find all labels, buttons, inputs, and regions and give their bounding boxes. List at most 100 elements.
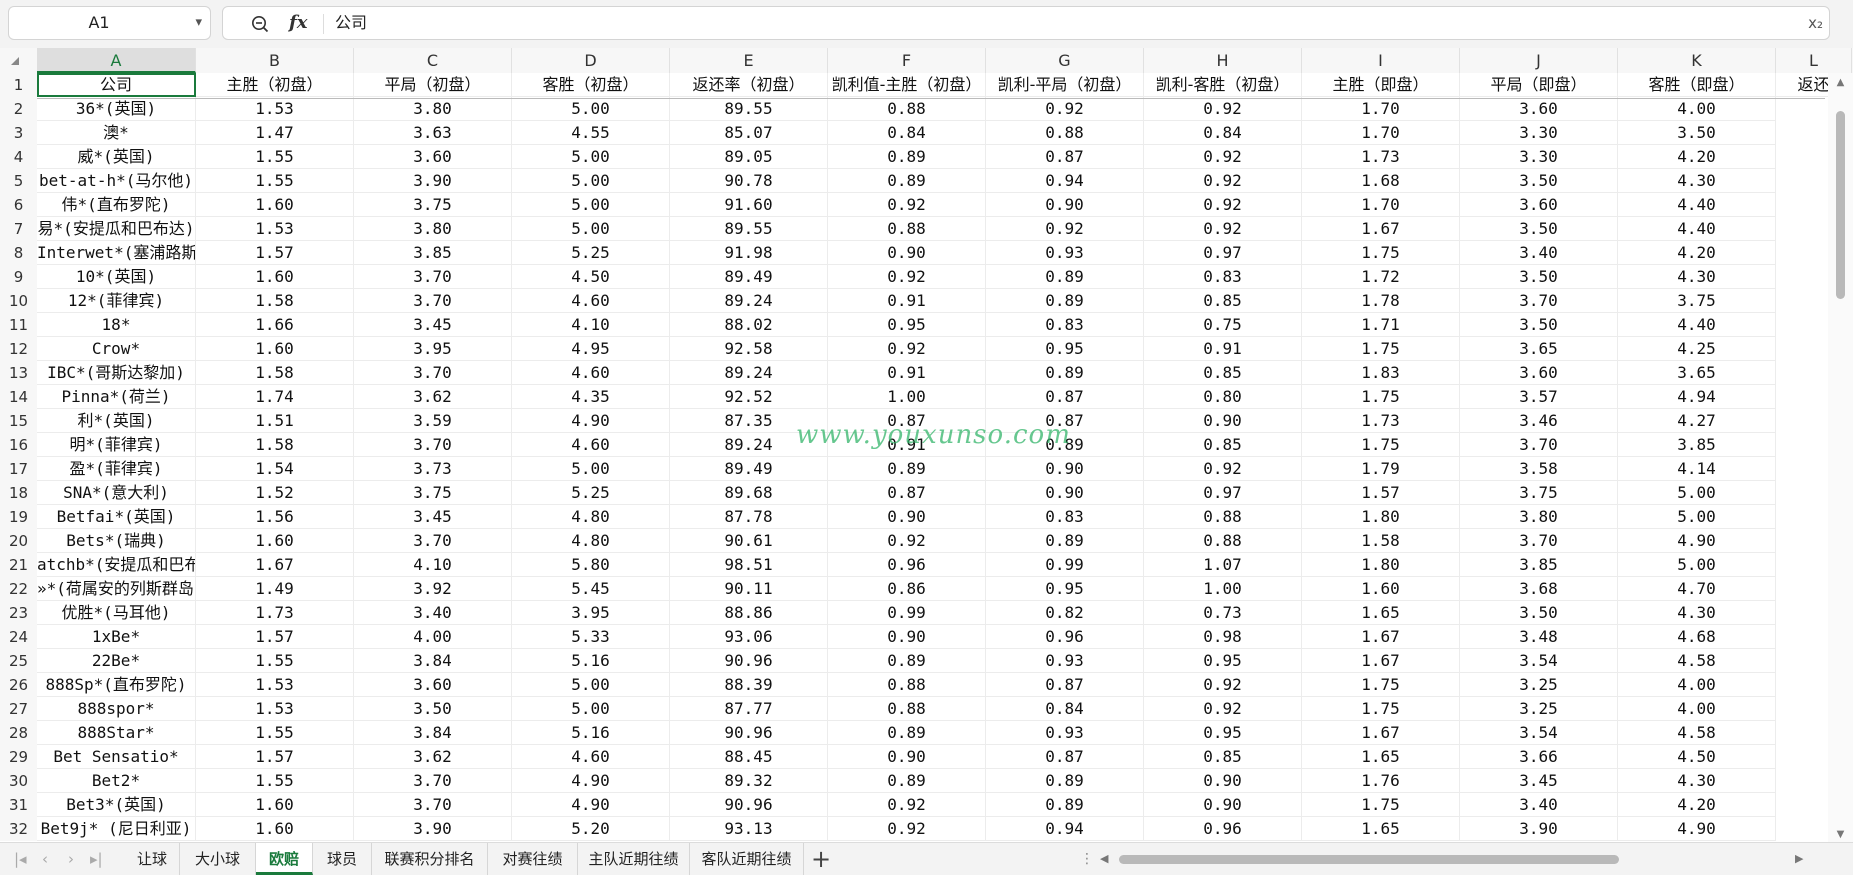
odds-cell[interactable]: 0.87 xyxy=(828,481,986,505)
odds-cell[interactable]: 5.00 xyxy=(512,217,670,241)
odds-cell[interactable]: 5.00 xyxy=(512,457,670,481)
odds-cell[interactable]: 1.73 xyxy=(1302,145,1460,169)
odds-cell[interactable]: 0.92 xyxy=(1144,457,1302,481)
odds-cell[interactable]: 1.57 xyxy=(196,241,354,265)
odds-cell[interactable]: 1.65 xyxy=(1302,601,1460,625)
row-header[interactable]: 20 xyxy=(0,529,37,553)
sheet-tab[interactable]: 欧赔 xyxy=(256,843,313,875)
company-cell[interactable]: 澳* xyxy=(37,121,196,145)
odds-cell[interactable]: 4.55 xyxy=(512,121,670,145)
odds-cell[interactable]: 0.92 xyxy=(828,193,986,217)
company-cell[interactable]: 888spor* xyxy=(37,697,196,721)
company-cell[interactable]: SNA*(意大利) xyxy=(37,481,196,505)
company-cell[interactable]: Crow* xyxy=(37,337,196,361)
odds-cell[interactable]: 3.75 xyxy=(1460,481,1618,505)
odds-cell[interactable]: 1.47 xyxy=(196,121,354,145)
odds-cell[interactable]: 88.39 xyxy=(670,673,828,697)
odds-cell[interactable]: 0.92 xyxy=(828,817,986,841)
row-header[interactable]: 7 xyxy=(0,217,37,241)
odds-cell[interactable]: 4.10 xyxy=(512,313,670,337)
odds-cell[interactable]: 1.60 xyxy=(196,337,354,361)
odds-cell[interactable]: 5.33 xyxy=(512,625,670,649)
odds-cell[interactable]: 90.96 xyxy=(670,649,828,673)
odds-cell[interactable]: 0.89 xyxy=(828,145,986,169)
odds-cell[interactable]: 90.96 xyxy=(670,721,828,745)
odds-cell[interactable]: 0.92 xyxy=(828,337,986,361)
odds-cell[interactable]: 0.89 xyxy=(986,289,1144,313)
odds-cell[interactable]: 0.92 xyxy=(828,529,986,553)
odds-cell[interactable]: 0.89 xyxy=(828,649,986,673)
odds-cell[interactable]: 1.75 xyxy=(1302,433,1460,457)
odds-cell[interactable]: 1.75 xyxy=(1302,673,1460,697)
vertical-scrollbar[interactable]: ▲ ▼ xyxy=(1828,73,1853,842)
odds-cell[interactable]: 0.95 xyxy=(986,337,1144,361)
odds-cell[interactable]: 5.20 xyxy=(512,817,670,841)
odds-cell[interactable]: 1.67 xyxy=(1302,625,1460,649)
odds-cell[interactable]: 4.00 xyxy=(1618,697,1776,721)
row-header[interactable]: 2 xyxy=(0,97,37,121)
odds-cell[interactable]: 3.60 xyxy=(1460,361,1618,385)
odds-cell[interactable]: 1.55 xyxy=(196,721,354,745)
odds-cell[interactable]: 0.92 xyxy=(828,265,986,289)
odds-cell[interactable]: 1.60 xyxy=(196,793,354,817)
odds-cell[interactable]: 0.95 xyxy=(828,313,986,337)
odds-cell[interactable]: 4.95 xyxy=(512,337,670,361)
select-all-icon[interactable] xyxy=(11,57,19,65)
odds-cell[interactable]: 0.85 xyxy=(1144,745,1302,769)
odds-cell[interactable]: 91.98 xyxy=(670,241,828,265)
odds-cell[interactable]: 89.49 xyxy=(670,457,828,481)
odds-cell[interactable]: 0.87 xyxy=(986,385,1144,409)
odds-cell[interactable]: 4.30 xyxy=(1618,169,1776,193)
odds-cell[interactable]: 4.68 xyxy=(1618,625,1776,649)
odds-cell[interactable]: 0.89 xyxy=(986,529,1144,553)
odds-cell[interactable]: 3.48 xyxy=(1460,625,1618,649)
odds-cell[interactable]: 3.25 xyxy=(1460,697,1618,721)
odds-cell[interactable]: 1.57 xyxy=(196,745,354,769)
odds-cell[interactable]: 1.52 xyxy=(196,481,354,505)
odds-cell[interactable]: 1.78 xyxy=(1302,289,1460,313)
odds-cell[interactable]: 89.55 xyxy=(670,217,828,241)
row-header[interactable]: 27 xyxy=(0,697,37,721)
odds-cell[interactable]: 0.97 xyxy=(1144,241,1302,265)
odds-cell[interactable]: 1.58 xyxy=(1302,529,1460,553)
odds-cell[interactable]: 5.80 xyxy=(512,553,670,577)
scroll-down-icon[interactable]: ▼ xyxy=(1828,829,1853,840)
odds-cell[interactable]: 1.80 xyxy=(1302,553,1460,577)
odds-cell[interactable]: 3.85 xyxy=(1460,553,1618,577)
odds-cell[interactable]: 3.50 xyxy=(1460,313,1618,337)
odds-cell[interactable]: 1.58 xyxy=(196,433,354,457)
company-cell[interactable]: 1xBe* xyxy=(37,625,196,649)
odds-cell[interactable]: 4.70 xyxy=(1618,577,1776,601)
zoom-out-icon[interactable] xyxy=(251,15,269,33)
odds-cell[interactable]: 1.75 xyxy=(1302,697,1460,721)
horizontal-scroll-thumb[interactable] xyxy=(1119,855,1619,864)
odds-cell[interactable]: 1.07 xyxy=(1144,553,1302,577)
odds-cell[interactable]: 3.60 xyxy=(1460,97,1618,121)
odds-cell[interactable]: 5.00 xyxy=(1618,505,1776,529)
odds-cell[interactable]: 0.92 xyxy=(1144,145,1302,169)
odds-cell[interactable]: 0.91 xyxy=(828,361,986,385)
chevron-down-icon[interactable]: ▾ xyxy=(195,7,202,39)
column-header-k[interactable]: K xyxy=(1618,48,1776,73)
odds-cell[interactable]: 0.94 xyxy=(986,169,1144,193)
odds-cell[interactable]: 4.90 xyxy=(512,409,670,433)
odds-cell[interactable]: 0.80 xyxy=(1144,385,1302,409)
odds-cell[interactable]: 3.62 xyxy=(354,745,512,769)
odds-cell[interactable]: 0.83 xyxy=(986,505,1144,529)
row-header[interactable]: 1 xyxy=(0,73,37,97)
odds-cell[interactable]: 1.55 xyxy=(196,169,354,193)
odds-cell[interactable]: 1.72 xyxy=(1302,265,1460,289)
row-header[interactable]: 23 xyxy=(0,601,37,625)
odds-cell[interactable]: 4.20 xyxy=(1618,145,1776,169)
odds-cell[interactable]: 1.73 xyxy=(1302,409,1460,433)
odds-cell[interactable]: 0.89 xyxy=(828,169,986,193)
company-cell[interactable]: Betfai*(英国) xyxy=(37,505,196,529)
odds-cell[interactable]: 4.40 xyxy=(1618,217,1776,241)
odds-cell[interactable]: 0.92 xyxy=(986,97,1144,121)
odds-cell[interactable]: 0.90 xyxy=(828,625,986,649)
company-cell[interactable]: Bets*(瑞典) xyxy=(37,529,196,553)
column-header-c[interactable]: C xyxy=(354,48,512,73)
formula-symbol-icon[interactable]: x₂ xyxy=(1808,7,1823,39)
odds-cell[interactable]: 0.95 xyxy=(986,577,1144,601)
odds-cell[interactable]: 3.68 xyxy=(1460,577,1618,601)
